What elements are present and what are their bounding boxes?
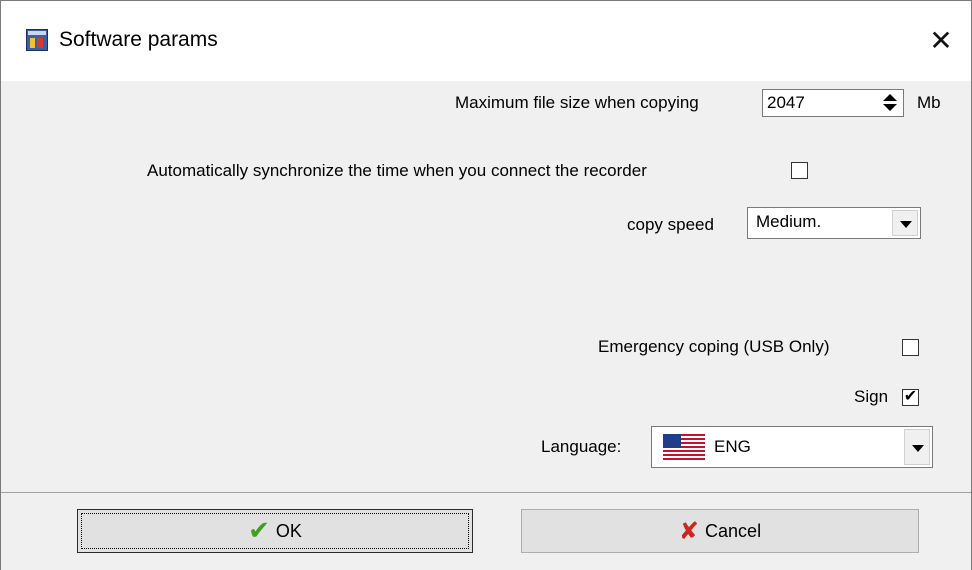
copy-speed-label: copy speed — [627, 215, 714, 234]
close-button[interactable]: ✕ — [919, 19, 963, 63]
language-value: ENG — [714, 437, 751, 456]
software-params-dialog: Software params ✕ Maximum file size when… — [0, 0, 972, 570]
title-bar: Software params ✕ — [1, 1, 971, 81]
app-icon — [26, 29, 48, 51]
copy-speed-dropdown-button[interactable] — [892, 210, 918, 236]
language-select[interactable]: ENG — [651, 426, 933, 468]
us-flag-icon — [663, 434, 705, 460]
cross-icon: ✘ — [678, 517, 700, 545]
auto-sync-checkbox[interactable] — [791, 162, 808, 179]
emergency-copying-checkbox[interactable] — [902, 339, 919, 356]
params-panel: Maximum file size when copying Mb Automa… — [1, 81, 971, 492]
window-title: Software params — [59, 28, 218, 51]
max-file-size-label: Maximum file size when copying — [455, 93, 699, 112]
auto-sync-label: Automatically synchronize the time when … — [147, 161, 647, 180]
copy-speed-select[interactable]: Medium. — [747, 207, 921, 239]
checkmark-icon: ✔ — [903, 386, 918, 405]
copy-speed-value: Medium. — [756, 212, 822, 231]
language-dropdown-button[interactable] — [904, 429, 930, 465]
language-label: Language: — [541, 437, 622, 456]
max-file-size-unit: Mb — [917, 93, 941, 112]
spin-down-icon[interactable] — [883, 104, 897, 111]
sign-label: Sign — [854, 387, 889, 406]
button-bar: ✔ OK ✘ Cancel — [1, 492, 971, 570]
spinner-arrows-icon[interactable] — [883, 94, 897, 112]
max-file-size-spinner[interactable] — [762, 89, 904, 117]
sign-checkbox[interactable]: ✔ — [902, 386, 919, 406]
spin-up-icon[interactable] — [883, 94, 897, 101]
close-icon: ✕ — [929, 24, 953, 57]
ok-button[interactable]: ✔ OK — [77, 509, 473, 553]
chevron-down-icon — [912, 445, 924, 452]
max-file-size-input[interactable] — [765, 91, 865, 115]
chevron-down-icon — [900, 221, 912, 228]
cancel-button-label: Cancel — [705, 520, 762, 541]
emergency-copying-label: Emergency coping (USB Only) — [598, 337, 830, 356]
cancel-button[interactable]: ✘ Cancel — [521, 509, 919, 553]
